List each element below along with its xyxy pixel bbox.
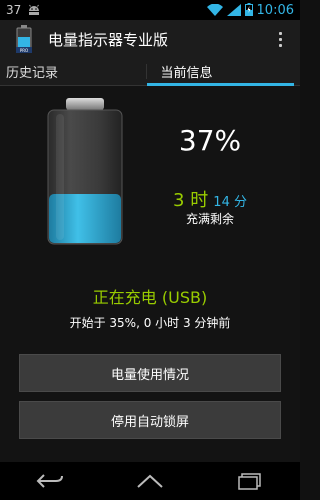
charging-status: 正在充电 (USB) bbox=[92, 288, 208, 307]
android-icon bbox=[27, 1, 41, 20]
battery-charging-icon bbox=[244, 1, 253, 20]
charging-since: 开始于 35%, 0 小时 3 分钟前 bbox=[69, 316, 231, 330]
remaining-label: 充满剩余 bbox=[185, 212, 234, 226]
tab-current-info-label: 当前信息 bbox=[160, 66, 213, 81]
status-bar-left: 37 bbox=[0, 1, 41, 20]
navigation-bar bbox=[0, 462, 300, 500]
home-icon[interactable] bbox=[130, 469, 170, 493]
back-icon[interactable] bbox=[30, 469, 70, 493]
battery-app-icon[interactable]: PRO bbox=[10, 25, 38, 53]
battery-usage-button[interactable]: 电量使用情况 bbox=[19, 354, 281, 392]
wifi-icon bbox=[206, 1, 223, 20]
remaining-minutes: 14 分 bbox=[213, 195, 247, 210]
tab-history-label: 历史记录 bbox=[6, 66, 59, 81]
recent-apps-icon[interactable] bbox=[230, 469, 270, 493]
svg-text:PRO: PRO bbox=[20, 48, 28, 53]
status-time: 10:06 bbox=[256, 2, 294, 18]
battery-shine bbox=[56, 114, 64, 240]
disable-auto-lock-button[interactable]: 停用自动锁屏 bbox=[19, 401, 281, 439]
remaining-hours: 3 时 bbox=[173, 190, 209, 211]
battery-graphic bbox=[44, 96, 126, 246]
overflow-menu-icon[interactable] bbox=[268, 24, 292, 54]
tab-history[interactable]: 历史记录 bbox=[0, 58, 146, 85]
notification-count: 37 bbox=[6, 3, 22, 17]
screen: 37 10:06 PRO 电量指示器专业版 历史记录 当前信息 37% 3 时 … bbox=[0, 0, 300, 500]
tab-bar: 历史记录 当前信息 bbox=[0, 58, 300, 86]
battery-svg bbox=[47, 98, 123, 245]
action-bar: PRO 电量指示器专业版 bbox=[0, 20, 300, 58]
signal-icon bbox=[226, 1, 241, 20]
status-bar-right: 10:06 bbox=[206, 1, 300, 20]
battery-cap bbox=[66, 98, 104, 110]
app-title: 电量指示器专业版 bbox=[48, 30, 169, 49]
battery-percent: 37% bbox=[178, 124, 242, 157]
time-remaining: 3 时 14 分 bbox=[150, 186, 270, 212]
tab-current-info[interactable]: 当前信息 bbox=[146, 58, 301, 86]
status-bar: 37 10:06 bbox=[0, 0, 300, 20]
